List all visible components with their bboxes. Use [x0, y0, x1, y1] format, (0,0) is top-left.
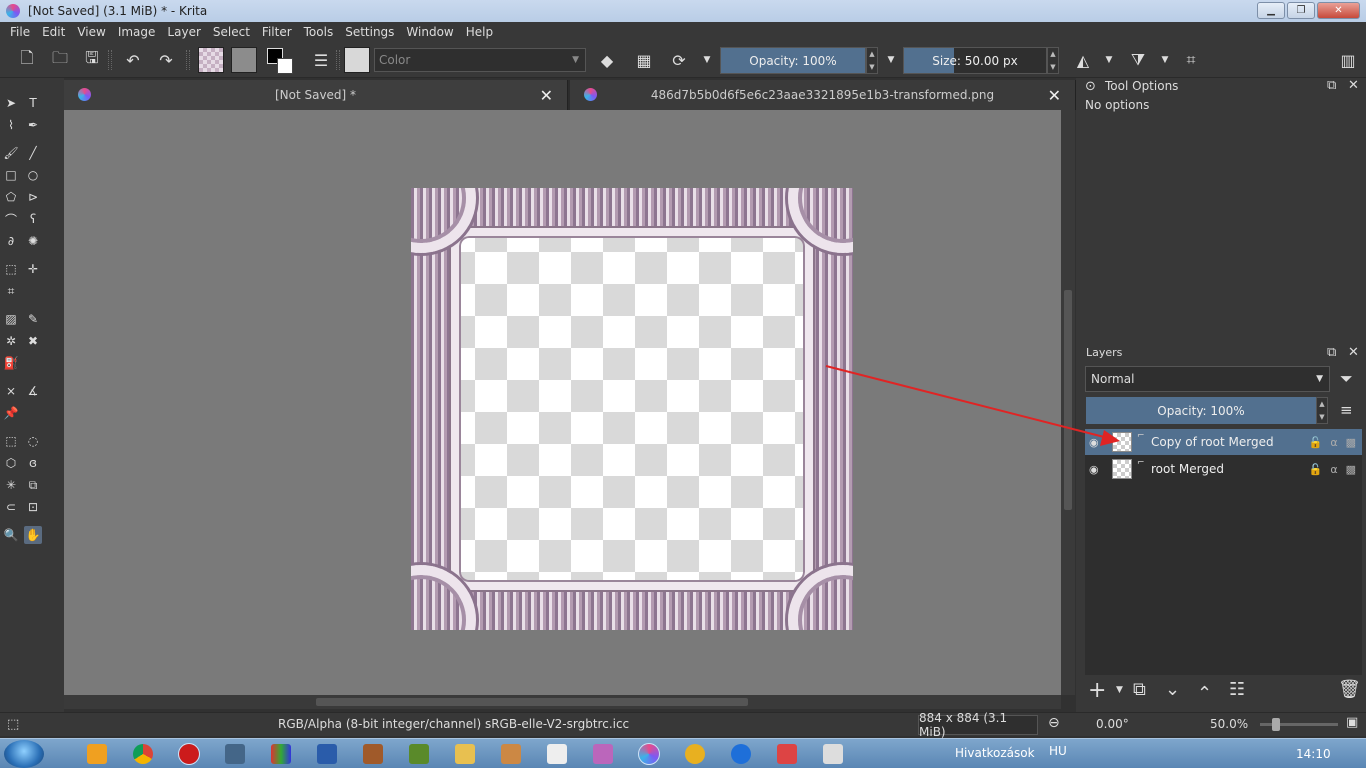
- shortcuts-toolbar-label[interactable]: Hivatkozások: [955, 746, 1035, 760]
- calculator-icon[interactable]: [823, 744, 843, 764]
- annotation-arrow: [825, 365, 1120, 446]
- status-bar: ⬚ RGB/Alpha (8-bit integer/channel) sRGB…: [0, 711, 1366, 739]
- app-icon[interactable]: [501, 744, 521, 764]
- image-size-text: 884 x 884 (3.1 MiB): [919, 711, 1008, 739]
- app-icon[interactable]: [547, 744, 567, 764]
- start-button[interactable]: [4, 740, 44, 768]
- zoom-slider-handle[interactable]: [1272, 718, 1280, 731]
- selection-icon[interactable]: ⬚: [7, 717, 19, 732]
- rotation-value: 0.00°: [1096, 717, 1129, 731]
- app-icon[interactable]: [777, 744, 797, 764]
- app-icon[interactable]: [225, 744, 245, 764]
- color-profile-text: RGB/Alpha (8-bit integer/channel) sRGB-e…: [278, 717, 630, 731]
- os-taskbar: Hivatkozások HU 14:10: [0, 738, 1366, 768]
- zoom-value: 50.0%: [1210, 717, 1249, 731]
- app-icon[interactable]: [593, 744, 613, 764]
- app-icon[interactable]: [685, 744, 705, 764]
- clock[interactable]: 14:10: [1296, 747, 1331, 761]
- rotation-icon[interactable]: ⊖: [1048, 715, 1060, 731]
- app-icon[interactable]: [731, 744, 751, 764]
- app-icon[interactable]: [271, 744, 291, 764]
- chrome-icon[interactable]: [133, 744, 153, 764]
- media-player-icon[interactable]: [87, 744, 107, 764]
- file-explorer-icon[interactable]: [455, 744, 475, 764]
- language-indicator[interactable]: HU: [1049, 744, 1067, 758]
- canvas-only-icon[interactable]: ▣: [1346, 715, 1358, 730]
- opera-icon[interactable]: [178, 743, 200, 765]
- app-icon[interactable]: [409, 744, 429, 764]
- app-icon[interactable]: [363, 744, 383, 764]
- image-size-box[interactable]: 884 x 884 (3.1 MiB): [918, 711, 1038, 739]
- krita-taskbar-icon[interactable]: [638, 743, 660, 765]
- bluetooth-icon[interactable]: [317, 744, 337, 764]
